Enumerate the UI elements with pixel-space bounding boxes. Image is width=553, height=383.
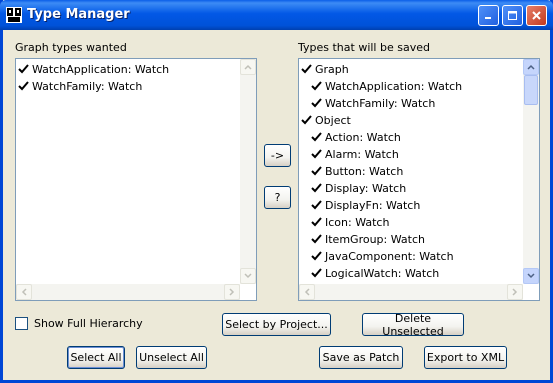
chevron-left-icon [21, 288, 27, 296]
list-item-label: JavaComponent: Watch [325, 250, 454, 263]
export-to-xml-button[interactable]: Export to XML [424, 346, 507, 369]
checkmark-icon [311, 148, 322, 159]
select-by-project-button[interactable]: Select by Project... [222, 313, 331, 336]
checkmark-icon [301, 63, 312, 74]
chevron-right-icon [229, 288, 235, 296]
checkmark-icon [311, 182, 322, 193]
list-item[interactable]: Graph [299, 61, 523, 78]
list-item[interactable]: Object [299, 112, 523, 129]
graph-types-wanted-label: Graph types wanted [15, 41, 127, 54]
show-full-hierarchy-label[interactable]: Show Full Hierarchy [34, 317, 143, 330]
checkmark-icon [301, 114, 312, 125]
types-to-save-label: Types that will be saved [298, 41, 430, 54]
checkmark-icon [311, 131, 322, 142]
list-item[interactable]: Alarm: Watch [299, 146, 523, 163]
checkmark-icon [311, 267, 322, 278]
types-to-save-list[interactable]: Graph WatchApplication: Watch WatchFamily:… [298, 58, 540, 301]
list-item[interactable]: WatchFamily: Watch [299, 95, 523, 112]
list-item-label: WatchFamily: Watch [325, 97, 436, 110]
checkmark-icon [18, 80, 29, 91]
select-all-button[interactable]: Select All [67, 346, 125, 369]
list-item-label: Alarm: Watch [325, 148, 399, 161]
list-item[interactable]: Display: Watch [299, 180, 523, 197]
chevron-up-icon [244, 64, 252, 70]
list-item[interactable]: WatchFamily: Watch [16, 78, 240, 95]
delete-unselected-button[interactable]: Delete Unselected [362, 312, 464, 338]
checkmark-icon [311, 165, 322, 176]
left-horizontal-scrollbar[interactable] [16, 284, 240, 300]
list-item[interactable]: LogicalWatch: Watch [299, 265, 523, 282]
list-item[interactable]: JavaComponent: Watch [299, 248, 523, 265]
scroll-up-button[interactable] [523, 59, 539, 75]
list-item-label: ItemGroup: Watch [325, 233, 425, 246]
close-icon [532, 11, 541, 20]
window-title: Type Manager [27, 7, 130, 22]
scroll-right-button[interactable] [224, 284, 240, 300]
unselect-all-button[interactable]: Unselect All [136, 346, 207, 369]
scroll-down-button[interactable] [240, 268, 256, 284]
scroll-left-button[interactable] [299, 284, 315, 300]
help-button[interactable]: ? [264, 186, 291, 209]
chevron-right-icon [512, 288, 518, 296]
checkmark-icon [311, 97, 322, 108]
close-button[interactable] [526, 5, 547, 26]
checkmark-icon [311, 250, 322, 261]
checkmark-icon [311, 233, 322, 244]
list-item-label: WatchFamily: Watch [32, 80, 143, 93]
chevron-left-icon [304, 288, 310, 296]
show-full-hierarchy-checkbox[interactable] [15, 317, 28, 330]
checkmark-icon [311, 80, 322, 91]
list-item-label: Icon: Watch [325, 216, 390, 229]
scroll-left-button[interactable] [16, 284, 32, 300]
left-vertical-scrollbar[interactable] [240, 59, 256, 284]
scroll-right-button[interactable] [507, 284, 523, 300]
list-item-label: Display: Watch [325, 182, 407, 195]
chevron-down-icon [527, 273, 535, 279]
title-bar[interactable]: Type Manager [0, 0, 553, 30]
java-cup-icon [6, 7, 22, 23]
list-item[interactable]: WatchApplication: Watch [299, 78, 523, 95]
save-as-patch-button[interactable]: Save as Patch [319, 346, 403, 369]
list-item-label: Graph [315, 63, 349, 76]
minimize-button[interactable] [478, 5, 499, 26]
list-item-label: WatchApplication: Watch [32, 63, 170, 76]
list-item-label: Action: Watch [325, 131, 401, 144]
list-item-label: Button: Watch [325, 165, 404, 178]
right-horizontal-scrollbar[interactable] [299, 284, 523, 300]
minimize-icon [485, 17, 491, 19]
list-item-label: Object [315, 114, 351, 127]
list-item[interactable]: Action: Watch [299, 129, 523, 146]
list-item[interactable]: Button: Watch [299, 163, 523, 180]
maximize-icon [508, 11, 517, 20]
list-item[interactable]: DisplayFn: Watch [299, 197, 523, 214]
graph-types-wanted-list[interactable]: WatchApplication: Watch WatchFamily: Watc… [15, 58, 257, 301]
list-item-label: WatchApplication: Watch [325, 80, 463, 93]
chevron-down-icon [244, 273, 252, 279]
checkmark-icon [311, 199, 322, 210]
checkmark-icon [18, 63, 29, 74]
move-right-button[interactable]: -> [264, 144, 291, 167]
list-item[interactable]: Icon: Watch [299, 214, 523, 231]
right-vertical-scrollbar[interactable] [523, 59, 539, 284]
chevron-up-icon [527, 64, 535, 70]
checkmark-icon [311, 216, 322, 227]
scroll-down-button[interactable] [523, 268, 539, 284]
list-item-label: DisplayFn: Watch [325, 199, 421, 212]
scroll-up-button[interactable] [240, 59, 256, 75]
maximize-button[interactable] [502, 5, 523, 26]
scroll-thumb[interactable] [524, 75, 538, 105]
list-item[interactable]: WatchApplication: Watch [16, 61, 240, 78]
list-item[interactable]: ItemGroup: Watch [299, 231, 523, 248]
type-manager-window: Type Manager Graph types wanted Types th… [0, 0, 553, 383]
list-item-label: LogicalWatch: Watch [325, 267, 440, 280]
